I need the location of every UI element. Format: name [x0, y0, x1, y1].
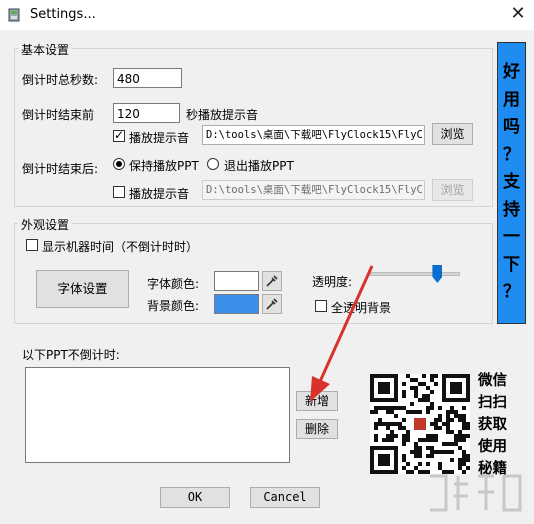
banner-char: 吗: [503, 117, 520, 138]
eyedropper-icon: [266, 275, 278, 287]
sound-path-input-1[interactable]: D:\tools\桌面\下载吧\FlyClock15\FlyC: [202, 125, 425, 145]
play-sound-label-2: 播放提示音: [129, 187, 190, 201]
annotation-arrow: [310, 265, 374, 402]
title-bar: Settings... ✕: [0, 0, 534, 30]
close-icon[interactable]: ✕: [506, 3, 530, 25]
exit-playing-label: 退出播放PPT: [224, 159, 294, 173]
font-settings-button[interactable]: 字体设置: [36, 270, 129, 308]
bg-color-picker-button[interactable]: [262, 294, 282, 314]
qr-caption-line: 扫扫: [478, 395, 507, 411]
font-color-picker-button[interactable]: [262, 271, 282, 291]
browse-button-1[interactable]: 浏览: [432, 123, 473, 145]
qr-caption: 微信 扫扫 获取 使用 秘籍: [478, 370, 507, 480]
settings-app-icon: [8, 8, 20, 22]
opacity-slider[interactable]: [370, 265, 460, 286]
appearance-title: 外观设置: [18, 216, 73, 233]
opacity-slider-track: [370, 272, 460, 276]
show-machine-time-checkbox[interactable]: [26, 239, 38, 251]
ppt-exclude-list[interactable]: [25, 367, 290, 463]
before-end-seconds-input[interactable]: 120: [113, 103, 180, 123]
play-sound-label-1: 播放提示音: [129, 131, 190, 145]
play-sound-checkbox-1[interactable]: [113, 128, 125, 142]
bg-color-swatch[interactable]: [214, 294, 259, 314]
basic-settings-title: 基本设置: [18, 41, 73, 58]
before-end-label: 倒计时结束前: [22, 108, 95, 122]
banner-char: ？: [503, 144, 520, 165]
support-banner: 好用吗 ？ 支持一下 ？: [497, 42, 526, 324]
exit-playing-radio[interactable]: [207, 158, 219, 170]
banner-char: 用: [503, 89, 520, 110]
play-sound-checkbox-2[interactable]: [113, 186, 125, 198]
window-title: Settings...: [30, 7, 96, 22]
qr-caption-line: 获取: [478, 417, 507, 433]
delete-ppt-button[interactable]: 删除: [296, 419, 338, 439]
before-end-suffix: 秒播放提示音: [186, 108, 259, 122]
qr-code: [370, 374, 470, 474]
opacity-slider-thumb[interactable]: [432, 265, 443, 283]
total-seconds-label: 倒计时总秒数:: [22, 73, 99, 87]
keep-playing-label: 保持播放PPT: [129, 159, 199, 173]
banner-char: 持: [503, 199, 520, 220]
banner-char: ？: [503, 282, 520, 303]
banner-char: 支: [503, 172, 520, 193]
qr-caption-line: 使用: [478, 439, 507, 455]
font-color-swatch[interactable]: [214, 271, 259, 291]
browse-button-2[interactable]: 浏览: [432, 179, 473, 201]
bg-color-label: 背景颜色:: [147, 299, 200, 313]
watermark-logo: [430, 474, 522, 512]
font-color-label: 字体颜色:: [147, 277, 200, 291]
total-seconds-input[interactable]: 480: [113, 68, 182, 88]
banner-char: 好: [503, 62, 520, 83]
banner-char: 下: [503, 254, 520, 275]
sound-path-input-2[interactable]: D:\tools\桌面\下载吧\FlyClock15\FlyC: [202, 180, 425, 200]
keep-playing-radio[interactable]: [113, 158, 125, 170]
ok-button[interactable]: OK: [160, 487, 230, 508]
qr-caption-line: 微信: [478, 373, 507, 389]
banner-char: 一: [503, 227, 520, 248]
ppt-exclude-label: 以下PPT不倒计时:: [22, 348, 120, 362]
after-end-label: 倒计时结束后:: [22, 162, 99, 176]
show-machine-time-label: 显示机器时间（不倒计时时）: [42, 240, 199, 254]
cancel-button[interactable]: Cancel: [250, 487, 320, 508]
eyedropper-icon: [266, 298, 278, 310]
